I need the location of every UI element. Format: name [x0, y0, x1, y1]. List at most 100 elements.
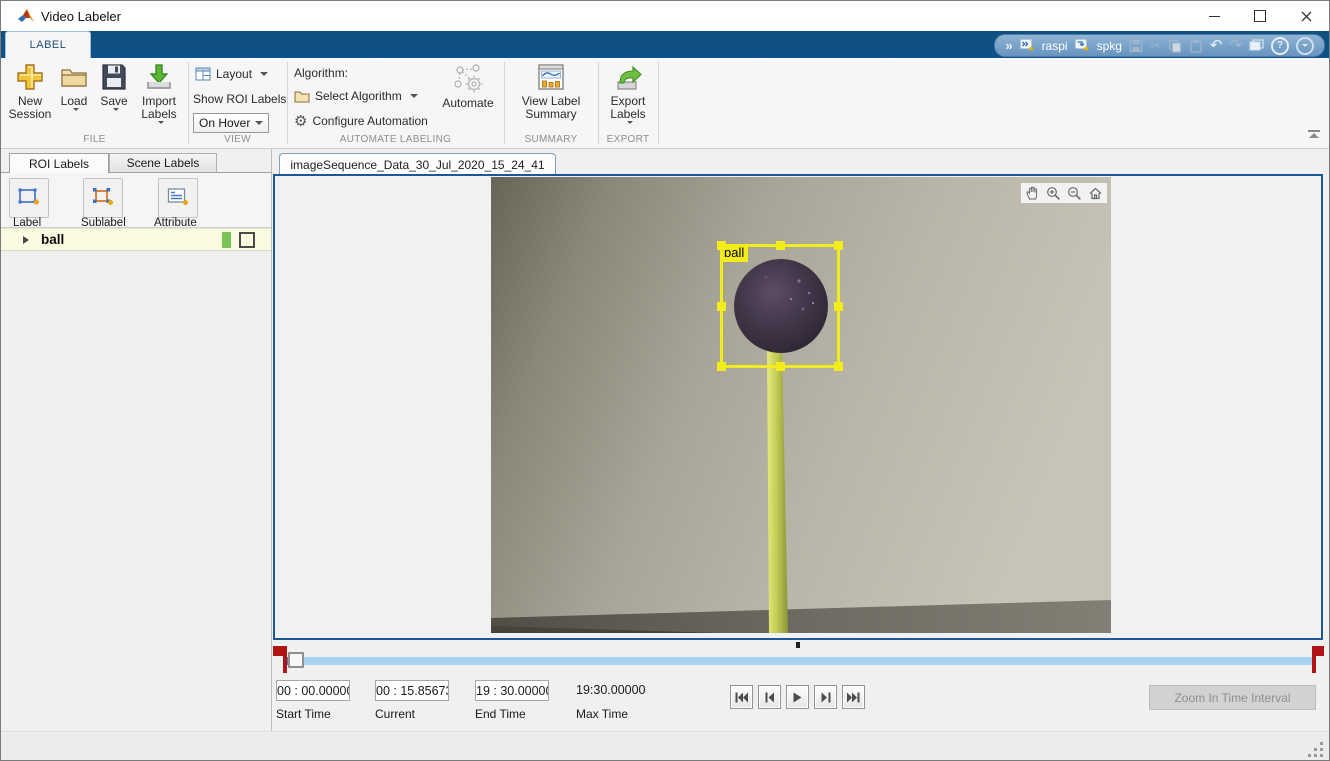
- previous-frame-icon: [765, 692, 775, 703]
- matlab-logo-icon: [17, 7, 35, 25]
- end-flag-marker[interactable]: [1312, 646, 1316, 673]
- save-icon[interactable]: [1129, 39, 1143, 53]
- raspi-label[interactable]: raspi: [1042, 39, 1068, 53]
- paste-icon[interactable]: [1189, 39, 1203, 53]
- timeline-track[interactable]: [284, 657, 1316, 665]
- add-sublabel-button[interactable]: [83, 178, 123, 218]
- save-floppy-icon: [100, 62, 128, 92]
- tab-scene-labels[interactable]: Scene Labels: [109, 153, 217, 173]
- toolbar-options-icon[interactable]: [1296, 37, 1314, 55]
- current-time-input[interactable]: [375, 680, 449, 701]
- video-frame[interactable]: ball: [491, 177, 1111, 633]
- new-session-button[interactable]: New Session: [7, 62, 53, 121]
- roi-label-list-item[interactable]: ball: [1, 228, 271, 251]
- import-labels-button[interactable]: Import Labels: [133, 62, 185, 124]
- select-algorithm-folder-icon: [294, 89, 310, 103]
- zoom-in-button[interactable]: [1044, 184, 1063, 202]
- zoom-out-icon: [1067, 186, 1082, 201]
- timeline-thumb[interactable]: [288, 652, 304, 668]
- automate-button[interactable]: Automate: [437, 62, 499, 110]
- start-time-input[interactable]: [276, 680, 350, 701]
- redo-icon[interactable]: ↷: [1229, 39, 1242, 52]
- end-time-label: End Time: [475, 707, 526, 721]
- sequence-tab[interactable]: imageSequence_Data_30_Jul_2020_15_24_41: [279, 153, 556, 175]
- home-view-button[interactable]: [1086, 184, 1105, 202]
- roi-labels-toolbar: Label Sublabel Attribute: [1, 172, 271, 228]
- window-layout-icon[interactable]: [1249, 39, 1264, 52]
- roi-handle-ne[interactable]: [834, 241, 843, 250]
- roi-handle-sw[interactable]: [717, 362, 726, 371]
- last-frame-icon: [847, 692, 860, 703]
- export-section-caption: EXPORT: [598, 134, 658, 145]
- tab-roi-labels[interactable]: ROI Labels: [9, 153, 109, 173]
- load-button[interactable]: Load: [55, 62, 93, 111]
- pan-hand-button[interactable]: [1023, 184, 1042, 202]
- ribbon-tab-strip: LABEL » raspi spkg ✂: [1, 31, 1329, 58]
- configure-automation-button[interactable]: ⚙ Configure Automation: [294, 112, 428, 130]
- zoom-out-button[interactable]: [1065, 184, 1084, 202]
- roi-bounding-box[interactable]: ball: [720, 244, 840, 368]
- add-attribute-button[interactable]: [158, 178, 198, 218]
- roi-handle-nw[interactable]: [717, 241, 726, 250]
- layout-button[interactable]: Layout: [195, 67, 268, 81]
- expand-arrow-icon[interactable]: [23, 236, 29, 244]
- status-bar: [1, 733, 1329, 761]
- view-label-summary-icon: [536, 62, 566, 92]
- overflow-icon[interactable]: »: [1005, 39, 1012, 52]
- home-icon: [1088, 186, 1103, 201]
- start-flag-marker[interactable]: [283, 646, 287, 673]
- previous-frame-button[interactable]: [758, 685, 781, 709]
- roi-handle-e[interactable]: [834, 302, 843, 311]
- zoom-in-time-interval-button[interactable]: Zoom In Time Interval: [1149, 685, 1316, 710]
- title-bar: Video Labeler: [1, 1, 1329, 31]
- tab-label[interactable]: LABEL: [5, 31, 91, 58]
- close-button[interactable]: [1283, 1, 1329, 31]
- on-hover-caret-icon: [255, 121, 263, 125]
- save-caret-icon: [113, 108, 119, 111]
- roi-handle-n[interactable]: [776, 241, 785, 250]
- spkg-label[interactable]: spkg: [1097, 39, 1122, 53]
- collapse-ribbon-icon: [1307, 130, 1321, 139]
- layout-caret-icon: [260, 72, 268, 76]
- minimize-button[interactable]: [1191, 1, 1237, 31]
- current-time-label: Current: [375, 707, 415, 721]
- on-hover-dropdown[interactable]: On Hover: [193, 113, 269, 133]
- export-labels-caret-icon: [627, 121, 633, 124]
- add-label-icon: [16, 185, 42, 211]
- last-frame-button[interactable]: [842, 685, 865, 709]
- close-icon: [1301, 11, 1312, 22]
- new-session-icon: [15, 62, 45, 92]
- label-color-swatch[interactable]: [222, 232, 231, 248]
- image-nav-toolbar: [1021, 183, 1107, 203]
- collapse-ribbon-button[interactable]: [1307, 128, 1321, 142]
- undo-icon[interactable]: ↶: [1210, 39, 1223, 52]
- video-display-panel: ball: [273, 174, 1323, 640]
- help-icon[interactable]: ?: [1271, 37, 1289, 55]
- first-frame-button[interactable]: [730, 685, 753, 709]
- configure-gear-icon: ⚙: [294, 112, 307, 130]
- play-button[interactable]: [786, 685, 809, 709]
- save-button[interactable]: Save: [95, 62, 133, 111]
- roi-handle-w[interactable]: [717, 302, 726, 311]
- copy-icon[interactable]: [1168, 39, 1182, 53]
- roi-handle-se[interactable]: [834, 362, 843, 371]
- view-label-summary-button[interactable]: View Label Summary: [513, 62, 589, 121]
- export-labels-button[interactable]: Export Labels: [603, 62, 653, 124]
- automate-section-caption: AUTOMATE LABELING: [287, 134, 504, 145]
- select-algorithm-caret-icon: [410, 94, 418, 98]
- panel-resize-handle[interactable]: [796, 642, 800, 648]
- panel-divider[interactable]: [271, 149, 272, 731]
- quick-access-toolbar: » raspi spkg ✂: [994, 34, 1325, 57]
- raspi-icon[interactable]: [1020, 39, 1035, 53]
- algorithm-label: Algorithm:: [294, 66, 348, 80]
- select-algorithm-button[interactable]: Select Algorithm: [294, 89, 418, 103]
- cut-icon[interactable]: ✂: [1150, 39, 1161, 52]
- maximize-button[interactable]: [1237, 1, 1283, 31]
- next-frame-button[interactable]: [814, 685, 837, 709]
- add-label-button[interactable]: [9, 178, 49, 218]
- resize-grip[interactable]: [1305, 739, 1323, 757]
- play-icon: [793, 692, 802, 703]
- end-time-input[interactable]: [475, 680, 549, 701]
- spkg-icon[interactable]: [1075, 39, 1090, 53]
- roi-handle-s[interactable]: [776, 362, 785, 371]
